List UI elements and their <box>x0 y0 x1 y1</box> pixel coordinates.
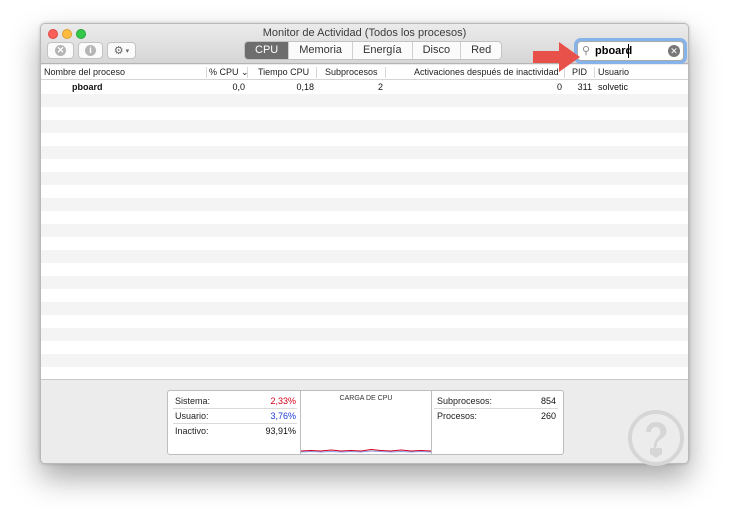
tab-energia[interactable]: Energía <box>353 42 413 59</box>
gear-icon: ⚙ <box>113 45 124 57</box>
cell-pid: 311 <box>577 82 592 92</box>
table-rows: pboard 0,0 0,18 2 0 311 solvetic <box>41 81 688 379</box>
idle-value: 93,91% <box>265 426 296 436</box>
action-menu-button[interactable]: ⚙ ▾ <box>107 42 136 59</box>
threads-label: Subprocesos: <box>437 396 493 406</box>
column-threads[interactable]: Subprocesos <box>325 67 378 77</box>
tab-red[interactable]: Red <box>461 42 501 59</box>
table-row[interactable]: pboard 0,0 0,18 2 0 311 solvetic <box>41 81 688 94</box>
annotation-arrow-icon <box>533 42 580 72</box>
cell-process-name: pboard <box>72 82 103 92</box>
view-tabs: CPU Memoria Energía Disco Red <box>244 41 503 60</box>
empty-row-stripe <box>41 302 688 315</box>
tab-cpu[interactable]: CPU <box>245 42 290 59</box>
stop-process-button[interactable]: ✕ <box>47 42 74 59</box>
system-label: Sistema: <box>175 396 211 406</box>
cell-threads: 2 <box>377 82 383 92</box>
cell-cpu-time: 0,18 <box>296 82 314 92</box>
column-cpu-time[interactable]: Tiempo CPU <box>258 67 309 77</box>
search-icon: ⚲ <box>582 45 591 57</box>
empty-row-stripe <box>41 328 688 341</box>
search-field[interactable]: ⚲ pboard ✕ <box>577 41 684 61</box>
user-label: Usuario: <box>175 411 209 421</box>
cpu-load-graph: CARGA DE CPU <box>300 391 432 454</box>
cell-user: solvetic <box>598 82 629 92</box>
empty-row-stripe <box>41 120 688 133</box>
clear-search-icon[interactable]: ✕ <box>668 45 680 57</box>
process-table: Nombre del proceso % CPU ⌄ Tiempo CPU Su… <box>41 65 688 379</box>
tab-memoria[interactable]: Memoria <box>289 42 354 59</box>
search-input[interactable]: pboard <box>595 45 632 57</box>
solvetic-logo-icon <box>628 410 684 466</box>
column-process-name[interactable]: Nombre del proceso <box>44 67 125 77</box>
activity-monitor-window: Monitor de Actividad (Todos los procesos… <box>40 23 689 464</box>
empty-row-stripe <box>41 146 688 159</box>
inspect-process-button[interactable]: i <box>78 42 103 59</box>
cpu-summary-area: Sistema: 2,33% Usuario: 3,76% Inactivo: … <box>41 379 688 463</box>
idle-label: Inactivo: <box>175 426 209 436</box>
title-bar: Monitor de Actividad (Todos los procesos… <box>41 24 688 64</box>
info-icon: i <box>85 45 96 56</box>
cpu-load-chart <box>301 448 431 453</box>
processes-value: 260 <box>540 411 556 421</box>
system-value: 2,33% <box>270 396 296 406</box>
empty-row-stripe <box>41 354 688 367</box>
table-header: Nombre del proceso % CPU ⌄ Tiempo CPU Su… <box>41 65 688 80</box>
cell-wakeups: 0 <box>556 82 562 92</box>
tab-disco[interactable]: Disco <box>413 42 462 59</box>
processes-label: Procesos: <box>437 411 478 421</box>
cell-cpu: 0,0 <box>232 82 245 92</box>
column-cpu[interactable]: % CPU ⌄ <box>209 67 249 78</box>
cpu-system-line <box>301 448 431 452</box>
user-value: 3,76% <box>270 411 296 421</box>
column-user[interactable]: Usuario <box>598 67 629 77</box>
text-cursor <box>628 44 629 58</box>
empty-row-stripe <box>41 276 688 289</box>
chevron-down-icon: ▾ <box>125 47 130 55</box>
close-icon: ✕ <box>55 45 66 56</box>
cpu-summary-panel: Sistema: 2,33% Usuario: 3,76% Inactivo: … <box>167 390 564 455</box>
window-title: Monitor de Actividad (Todos los procesos… <box>262 27 467 39</box>
empty-row-stripe <box>41 198 688 211</box>
empty-row-stripe <box>41 250 688 263</box>
empty-row-stripe <box>41 224 688 237</box>
empty-row-stripe <box>41 172 688 185</box>
threads-value: 854 <box>540 396 556 406</box>
empty-row-stripe <box>41 94 688 107</box>
